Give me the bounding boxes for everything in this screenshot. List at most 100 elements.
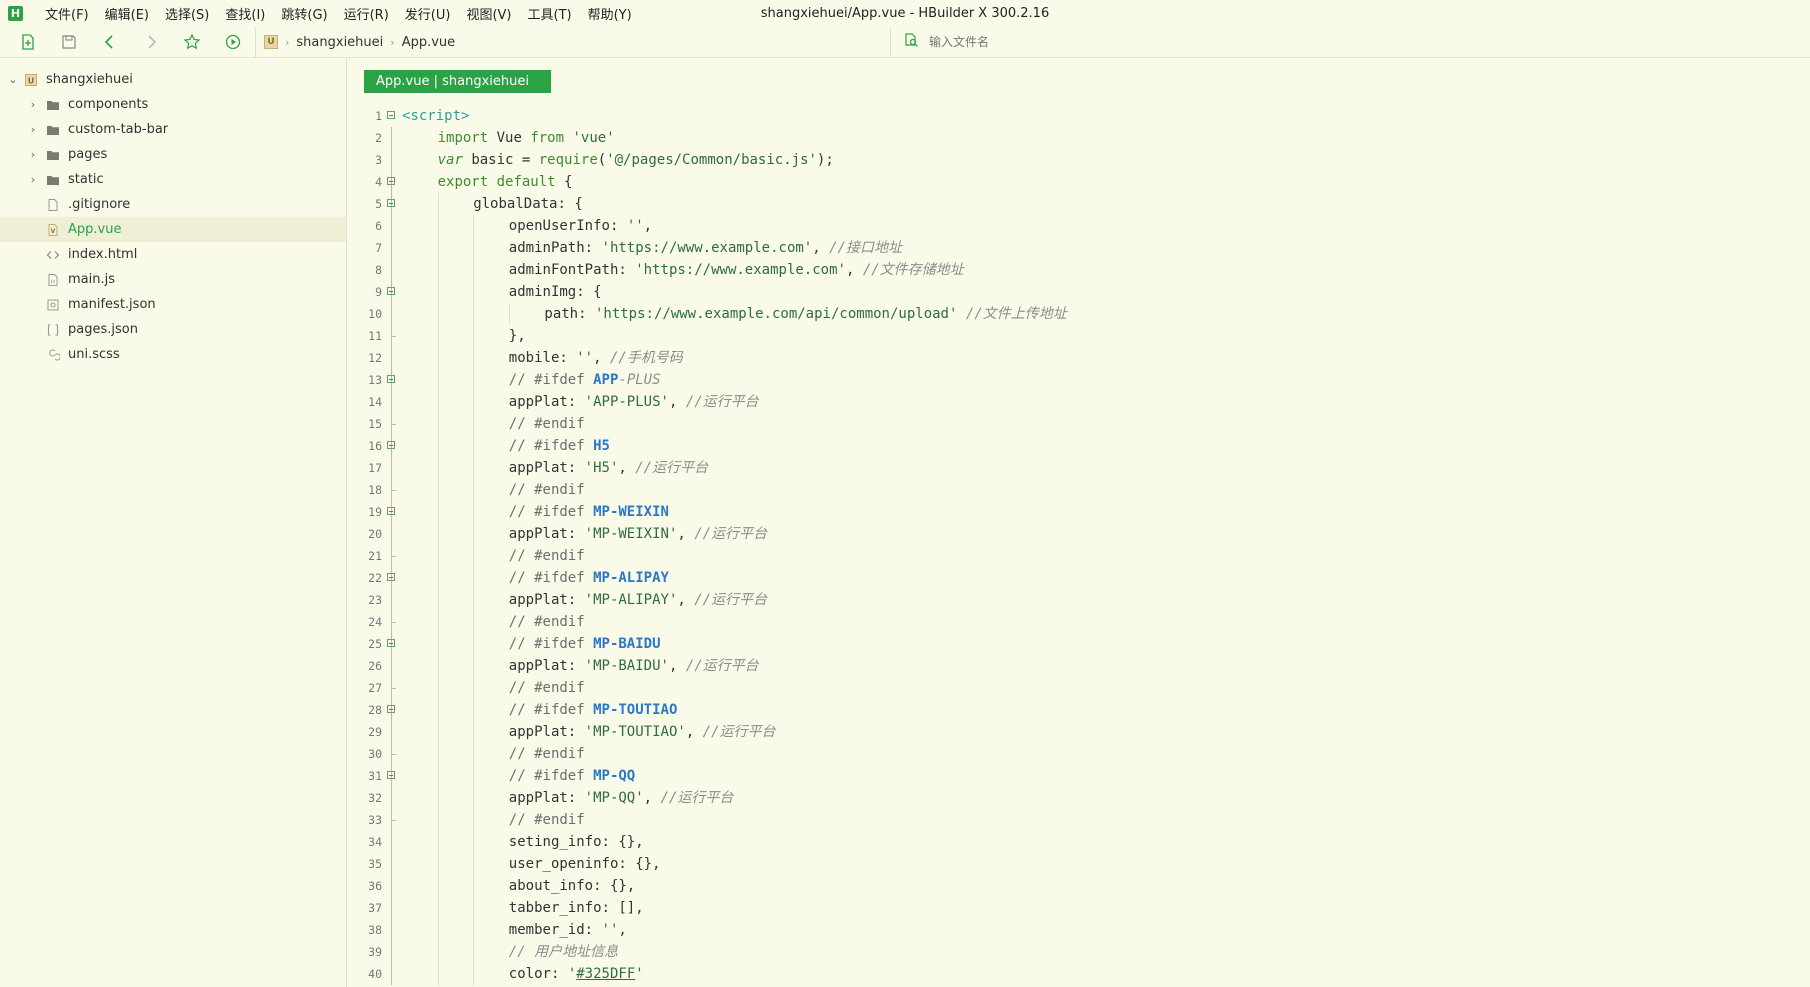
fold-collapse-icon[interactable] <box>387 573 395 581</box>
file-search-input[interactable] <box>927 34 1231 50</box>
code-line[interactable]: 19 // #ifdef MP-WEIXIN <box>347 501 1810 523</box>
save-icon[interactable] <box>56 29 82 55</box>
editor-tab[interactable]: App.vue | shangxiehuei <box>364 70 551 93</box>
code-token: //运行平台 <box>694 592 768 608</box>
code-line[interactable]: 18 // #endif <box>347 479 1810 501</box>
code-line[interactable]: 33 // #endif <box>347 809 1810 831</box>
line-number: 20 <box>368 527 382 541</box>
chevron-right-icon[interactable]: › <box>28 173 38 186</box>
menu-item[interactable]: 工具(T) <box>520 4 580 23</box>
tree-item-custom-tab-bar[interactable]: › custom-tab-bar <box>0 117 346 142</box>
code-line[interactable]: 39 // 用户地址信息 <box>347 941 1810 963</box>
tree-item-main-js[interactable]: js main.js <box>0 267 346 292</box>
tree-root[interactable]: ⌄ U shangxiehuei <box>0 67 346 92</box>
code-line[interactable]: 11}, <box>347 325 1810 347</box>
code-line[interactable]: 32 appPlat: 'MP-QQ', //运行平台 <box>347 787 1810 809</box>
code-line[interactable]: 20 appPlat: 'MP-WEIXIN', //运行平台 <box>347 523 1810 545</box>
fold-collapse-icon[interactable] <box>387 375 395 383</box>
code-area[interactable]: 1 <script> 2 import Vue from 'vue' 3 var basi… <box>347 105 1810 985</box>
tree-item-static[interactable]: › static <box>0 167 346 192</box>
fold-collapse-icon[interactable] <box>387 771 395 779</box>
menu-item[interactable]: 选择(S) <box>157 4 217 23</box>
code-line[interactable]: 17 appPlat: 'H5', //运行平台 <box>347 457 1810 479</box>
menu-item[interactable]: 跳转(G) <box>273 4 335 23</box>
chevron-down-icon[interactable]: ⌄ <box>8 73 18 86</box>
line-number: 32 <box>368 791 382 805</box>
code-line[interactable]: 14 appPlat: 'APP-PLUS', //运行平台 <box>347 391 1810 413</box>
code-line[interactable]: 5 globalData: { <box>347 193 1810 215</box>
fold-collapse-icon[interactable] <box>387 639 395 647</box>
code-line[interactable]: 12 mobile: '', //手机号码 <box>347 347 1810 369</box>
code-line[interactable]: 9 adminImg: { <box>347 281 1810 303</box>
code-line[interactable]: 26 appPlat: 'MP-BAIDU', //运行平台 <box>347 655 1810 677</box>
code-line[interactable]: 29 appPlat: 'MP-TOUTIAO', //运行平台 <box>347 721 1810 743</box>
back-icon[interactable] <box>97 29 123 55</box>
code-line[interactable]: 3 var basic = require('@/pages/Common/bas… <box>347 149 1810 171</box>
breadcrumb-file[interactable]: App.vue <box>402 35 455 50</box>
code-line[interactable]: 38 member_id: '', <box>347 919 1810 941</box>
chevron-right-icon[interactable]: › <box>28 98 38 111</box>
fold-collapse-icon[interactable] <box>387 111 395 119</box>
code-line[interactable]: 31 // #ifdef MP-QQ <box>347 765 1810 787</box>
code-line[interactable]: 6 openUserInfo: '', <box>347 215 1810 237</box>
fold-collapse-icon[interactable] <box>387 177 395 185</box>
code-line[interactable]: 8 adminFontPath: 'https://www.example.com… <box>347 259 1810 281</box>
fold-collapse-icon[interactable] <box>387 441 395 449</box>
fold-collapse-icon[interactable] <box>387 507 395 515</box>
tree-item-manifest-json[interactable]: manifest.json <box>0 292 346 317</box>
chevron-right-icon[interactable]: › <box>28 148 38 161</box>
fold-collapse-icon[interactable] <box>387 287 395 295</box>
code-line[interactable]: 30 // #endif <box>347 743 1810 765</box>
code-line[interactable]: 1 <script> <box>347 105 1810 127</box>
code-line[interactable]: 35 user_openinfo: {}, <box>347 853 1810 875</box>
code-editor[interactable]: App.vue | shangxiehuei 1 <script> 2 import … <box>347 58 1810 987</box>
code-line[interactable]: 10 path: 'https://www.example.com/api/com… <box>347 303 1810 325</box>
star-icon[interactable] <box>179 29 205 55</box>
code-line[interactable]: 27 // #endif <box>347 677 1810 699</box>
tree-item-uni-scss[interactable]: uni.scss <box>0 342 346 367</box>
code-line[interactable]: 7 adminPath: 'https://www.example.com', /… <box>347 237 1810 259</box>
fold-collapse-icon[interactable] <box>387 199 395 207</box>
menu-item[interactable]: 文件(F) <box>37 4 97 23</box>
tree-item-pages-json[interactable]: pages.json <box>0 317 346 342</box>
tree-item-components[interactable]: › components <box>0 92 346 117</box>
fold-end-marker <box>391 754 396 755</box>
code-token: , <box>668 394 686 410</box>
code-line[interactable]: 16 // #ifdef H5 <box>347 435 1810 457</box>
tree-item-gitignore[interactable]: .gitignore <box>0 192 346 217</box>
chevron-right-icon[interactable]: › <box>28 123 38 136</box>
menu-item[interactable]: 编辑(E) <box>97 4 157 23</box>
code-line[interactable]: 22 // #ifdef MP-ALIPAY <box>347 567 1810 589</box>
code-line[interactable]: 24 // #endif <box>347 611 1810 633</box>
forward-icon[interactable] <box>138 29 164 55</box>
breadcrumb-project[interactable]: shangxiehuei <box>296 35 383 50</box>
tree-item-index-html[interactable]: index.html <box>0 242 346 267</box>
line-number: 39 <box>368 945 382 959</box>
code-line[interactable]: 36 about_info: {}, <box>347 875 1810 897</box>
run-icon[interactable] <box>220 29 246 55</box>
code-line[interactable]: 28 // #ifdef MP-TOUTIAO <box>347 699 1810 721</box>
code-line[interactable]: 4 export default { <box>347 171 1810 193</box>
code-line[interactable]: 40 color: '#325DFF' <box>347 963 1810 985</box>
fold-collapse-icon[interactable] <box>387 705 395 713</box>
tree-item-pages[interactable]: › pages <box>0 142 346 167</box>
indent-guide <box>473 567 475 589</box>
code-line[interactable]: 13 // #ifdef APP-PLUS <box>347 369 1810 391</box>
menu-item[interactable]: 查找(I) <box>217 4 273 23</box>
code-line[interactable]: 21 // #endif <box>347 545 1810 567</box>
tree-item-app-vue[interactable]: V App.vue <box>0 217 346 242</box>
code-line[interactable]: 34 seting_info: {}, <box>347 831 1810 853</box>
new-file-icon[interactable] <box>15 29 41 55</box>
code-line[interactable]: 37 tabber_info: [], <box>347 897 1810 919</box>
menu-item[interactable]: 发行(U) <box>397 4 459 23</box>
code-line[interactable]: 25 // #ifdef MP-BAIDU <box>347 633 1810 655</box>
code-line[interactable]: 15 // #endif <box>347 413 1810 435</box>
tree-item-label: custom-tab-bar <box>68 122 169 137</box>
indent-guide <box>437 413 439 435</box>
menu-item[interactable]: 视图(V) <box>458 4 519 23</box>
code-token: // #endif <box>508 680 585 696</box>
menu-item[interactable]: 运行(R) <box>336 4 397 23</box>
menu-item[interactable]: 帮助(Y) <box>580 4 640 23</box>
code-line[interactable]: 2 import Vue from 'vue' <box>347 127 1810 149</box>
code-line[interactable]: 23 appPlat: 'MP-ALIPAY', //运行平台 <box>347 589 1810 611</box>
